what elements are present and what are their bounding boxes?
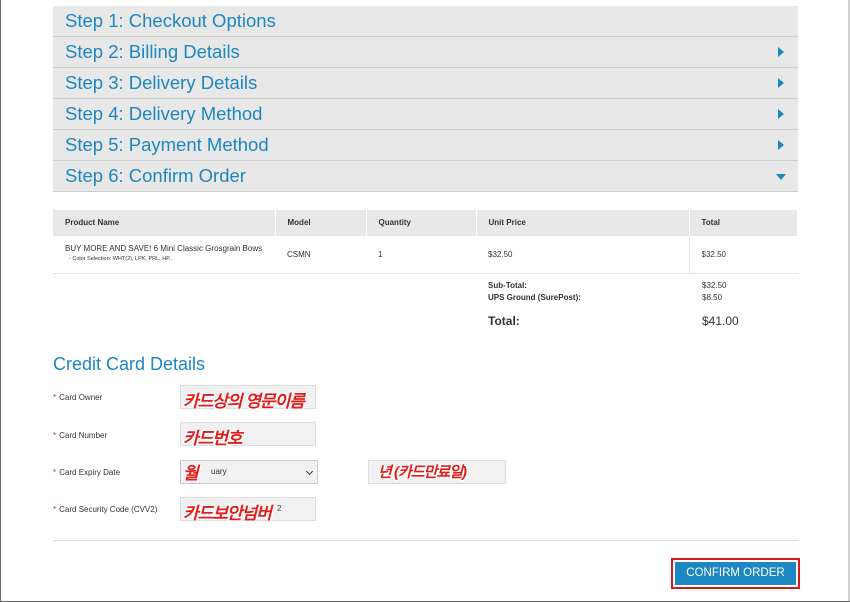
- card-owner-label-text: Card Owner: [59, 393, 103, 402]
- required-mark: *: [53, 505, 57, 514]
- expiry-month-value: uary: [211, 467, 227, 476]
- shipping-value: $8.50: [702, 293, 723, 302]
- card-owner-label: * Card Owner: [53, 393, 102, 402]
- total-label: Total:: [488, 314, 520, 328]
- header-model: Model: [275, 210, 367, 235]
- required-mark: *: [53, 431, 57, 440]
- card-owner-input[interactable]: [180, 385, 316, 409]
- product-option-text: - Color Selection: WHT(2), LPK, PRL, HP.…: [69, 256, 173, 262]
- card-expiry-label: * Card Expiry Date: [53, 468, 120, 477]
- step-label: Step 6: Confirm Order: [65, 165, 246, 186]
- chevron-right-icon: [778, 47, 784, 57]
- step-label: Step 2: Billing Details: [65, 41, 240, 62]
- table-header-row: Product Name Model Quantity Unit Price T…: [53, 210, 798, 235]
- expiry-month-select[interactable]: uary: [180, 460, 318, 484]
- card-number-input[interactable]: [180, 422, 316, 446]
- step-confirm-order[interactable]: Step 6: Confirm Order: [53, 161, 798, 192]
- cell-unit-price: $32.50: [476, 234, 689, 274]
- cell-product-name: BUY MORE AND SAVE! 6 Mini Classic Grosgr…: [53, 234, 275, 274]
- required-mark: *: [53, 393, 57, 402]
- cell-quantity: 1: [366, 234, 476, 274]
- cell-total: $32.50: [688, 234, 798, 274]
- chevron-down-icon: [776, 174, 786, 180]
- step-billing-details[interactable]: Step 2: Billing Details: [53, 37, 798, 68]
- chevron-down-icon: [305, 467, 314, 476]
- expiry-year-select[interactable]: [368, 460, 506, 484]
- header-total: Total: [689, 210, 798, 235]
- credit-card-title: Credit Card Details: [53, 354, 206, 374]
- card-cvv-input[interactable]: 2: [180, 497, 316, 521]
- step-label: Step 5: Payment Method: [65, 134, 269, 155]
- card-number-label-text: Card Number: [59, 431, 108, 440]
- table-row: BUY MORE AND SAVE! 6 Mini Classic Grosgr…: [53, 234, 798, 274]
- card-cvv-label: * Card Security Code (CVV2): [53, 505, 157, 514]
- step-delivery-method[interactable]: Step 4: Delivery Method: [53, 99, 798, 130]
- chevron-right-icon: [778, 140, 784, 150]
- required-mark: *: [53, 468, 57, 477]
- header-quantity: Quantity: [366, 210, 477, 235]
- header-unit-price: Unit Price: [476, 210, 690, 235]
- step-payment-method[interactable]: Step 5: Payment Method: [53, 130, 798, 161]
- subtotal-label: Sub-Total:: [488, 281, 527, 290]
- card-number-label: * Card Number: [53, 431, 107, 440]
- card-cvv-value: 2: [277, 504, 282, 513]
- confirm-order-button[interactable]: CONFIRM ORDER: [675, 562, 796, 585]
- chevron-right-icon: [778, 78, 784, 88]
- step-label: Step 4: Delivery Method: [65, 103, 263, 124]
- step-label: Step 1: Checkout Options: [65, 10, 276, 31]
- step-label: Step 3: Delivery Details: [65, 72, 258, 93]
- checkout-steps: Step 1: Checkout Options Step 2: Billing…: [53, 6, 798, 192]
- shipping-label: UPS Ground (SurePost):: [488, 293, 581, 302]
- total-value: $41.00: [702, 314, 739, 328]
- chevron-right-icon: [778, 109, 784, 119]
- product-name-text: BUY MORE AND SAVE! 6 Mini Classic Grosgr…: [65, 244, 263, 253]
- order-table: Product Name Model Quantity Unit Price T…: [53, 210, 798, 274]
- section-divider: [53, 540, 798, 541]
- card-expiry-label-text: Card Expiry Date: [59, 468, 121, 477]
- subtotal-value: $32.50: [702, 281, 727, 290]
- step-delivery-details[interactable]: Step 3: Delivery Details: [53, 68, 798, 99]
- step-checkout-options[interactable]: Step 1: Checkout Options: [53, 6, 798, 37]
- cell-model: CSMN: [275, 234, 366, 274]
- card-cvv-label-text: Card Security Code (CVV2): [59, 505, 158, 514]
- header-product-name: Product Name: [53, 210, 276, 235]
- confirm-highlight: CONFIRM ORDER: [671, 558, 800, 589]
